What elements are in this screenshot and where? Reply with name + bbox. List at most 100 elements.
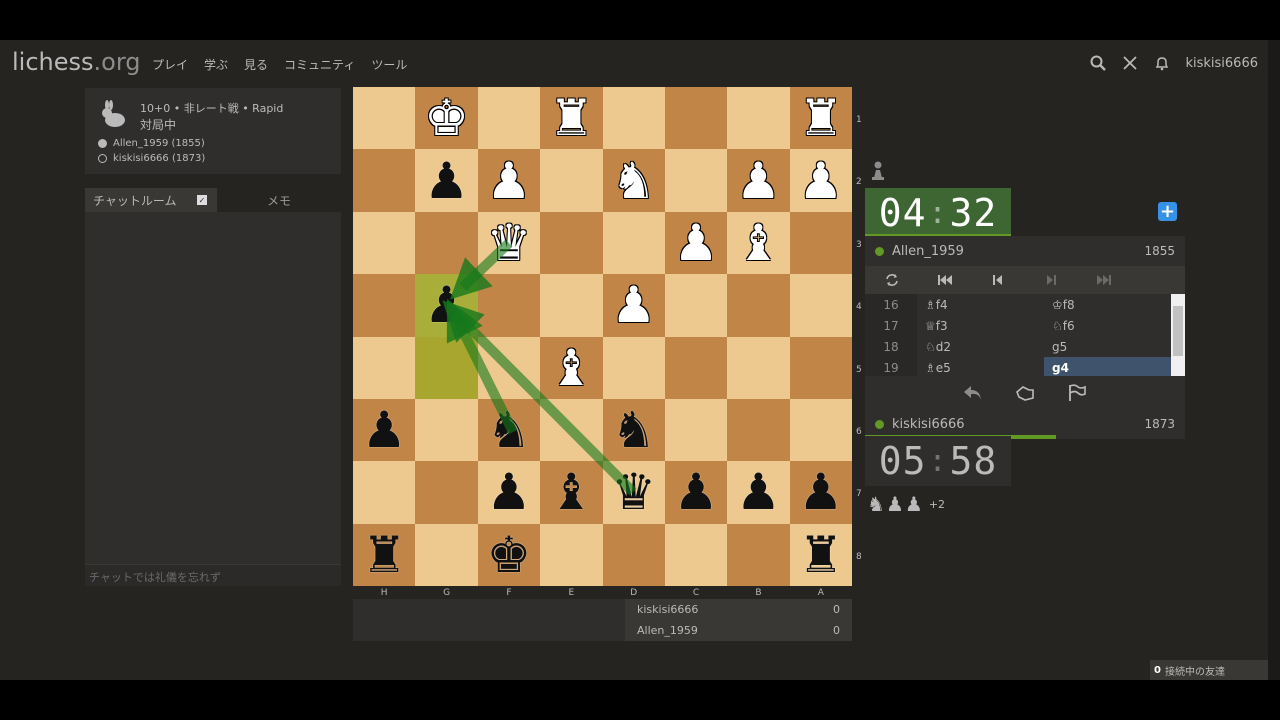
page-scrollbar[interactable] bbox=[1268, 40, 1280, 680]
move-white[interactable]: ♗e5 bbox=[917, 357, 1044, 376]
chat-input[interactable]: チャットでは礼儀を忘れず bbox=[85, 564, 341, 586]
flip-icon[interactable] bbox=[865, 273, 918, 287]
move-black[interactable]: g4 bbox=[1044, 357, 1171, 376]
black-knight-icon[interactable]: ♞ bbox=[611, 405, 656, 455]
move-black[interactable]: ♔f8 bbox=[1044, 294, 1171, 315]
black-pawn-icon[interactable]: ♟ bbox=[736, 467, 781, 517]
black-rook-icon[interactable]: ♜ bbox=[362, 530, 407, 580]
tab-notes[interactable]: メモ bbox=[217, 188, 341, 212]
board-square[interactable]: ♟ bbox=[789, 149, 852, 212]
board-square[interactable] bbox=[727, 336, 790, 399]
board-square[interactable]: ♜ bbox=[540, 87, 603, 150]
black-pawn-icon[interactable]: ♟ bbox=[487, 467, 532, 517]
black-pawn-icon[interactable]: ♟ bbox=[362, 405, 407, 455]
nav-play[interactable]: プレイ bbox=[152, 56, 188, 73]
board-square[interactable]: ♜ bbox=[353, 523, 416, 586]
board-square[interactable]: ♝ bbox=[540, 461, 603, 524]
board-square[interactable]: ♟ bbox=[415, 149, 478, 212]
nav-community[interactable]: コミュニティ bbox=[284, 56, 355, 73]
nav-watch[interactable]: 見る bbox=[244, 56, 268, 73]
white-player-entry[interactable]: Allen_1959 (1855) bbox=[98, 138, 205, 149]
board-square[interactable] bbox=[353, 87, 416, 150]
board-square[interactable] bbox=[664, 274, 728, 337]
board-square[interactable] bbox=[602, 523, 665, 586]
crossed-swords-icon[interactable] bbox=[1121, 54, 1139, 72]
black-knight-icon[interactable]: ♞ bbox=[487, 405, 532, 455]
board-square[interactable]: ♝ bbox=[540, 336, 603, 399]
board-square[interactable] bbox=[664, 149, 728, 212]
board-square[interactable] bbox=[789, 211, 852, 275]
move-black[interactable]: g5 bbox=[1044, 336, 1171, 357]
board-square[interactable] bbox=[727, 523, 790, 586]
user-menu[interactable]: kiskisi6666 bbox=[1185, 56, 1258, 71]
board-square[interactable] bbox=[353, 149, 416, 212]
white-pawn-icon[interactable]: ♟ bbox=[674, 218, 719, 268]
board-square[interactable] bbox=[540, 149, 603, 212]
board-square[interactable] bbox=[727, 87, 790, 150]
white-pawn-icon[interactable]: ♟ bbox=[611, 280, 656, 330]
white-bishop-icon[interactable]: ♝ bbox=[549, 343, 594, 393]
board-square[interactable] bbox=[353, 211, 416, 275]
move-black[interactable]: ♘f6 bbox=[1044, 315, 1171, 336]
board-square[interactable]: ♛ bbox=[477, 211, 541, 275]
first-move-icon[interactable] bbox=[918, 274, 971, 286]
bell-icon[interactable] bbox=[1153, 54, 1171, 72]
white-rook-icon[interactable]: ♜ bbox=[798, 93, 843, 143]
board-square[interactable]: ♞ bbox=[602, 149, 665, 212]
white-bishop-icon[interactable]: ♝ bbox=[736, 218, 781, 268]
board-square[interactable] bbox=[540, 211, 603, 275]
board-square[interactable]: ♟ bbox=[727, 149, 790, 212]
board-square[interactable]: ♚ bbox=[415, 87, 478, 150]
black-player-entry[interactable]: kiskisi6666 (1873) bbox=[98, 153, 205, 164]
board-square[interactable] bbox=[477, 274, 541, 337]
board-square[interactable]: ♟ bbox=[789, 461, 852, 524]
top-player-row[interactable]: Allen_1959 1855 bbox=[865, 236, 1185, 266]
board-square[interactable]: ♞ bbox=[602, 398, 665, 462]
chess-board[interactable]: ♚ ♜ ♜ ♟ ♟ ♞ ♟ ♟ ♛ ♟ ♝ ♟ ♟ ♝ ♟ ♞ ♞ ♟ ♝ ♛ ♟ ♟ ♟ ♜ ♚ ♜ bbox=[353, 87, 852, 586]
board-square[interactable]: ♟ bbox=[477, 461, 541, 524]
board-square[interactable] bbox=[789, 274, 852, 337]
board-square[interactable] bbox=[602, 336, 665, 399]
board-square[interactable] bbox=[477, 87, 541, 150]
online-friends-bar[interactable]: 0 接続中の友達 bbox=[1150, 660, 1268, 680]
board-square[interactable]: ♟ bbox=[602, 274, 665, 337]
site-logo[interactable]: lichess.org bbox=[12, 48, 141, 76]
board-square[interactable] bbox=[727, 398, 790, 462]
search-icon[interactable] bbox=[1089, 54, 1107, 72]
board-square[interactable] bbox=[353, 336, 416, 399]
board-square[interactable]: ♟ bbox=[664, 461, 728, 524]
white-knight-icon[interactable]: ♞ bbox=[611, 156, 656, 206]
board-square[interactable] bbox=[415, 461, 478, 524]
board-square[interactable] bbox=[415, 211, 478, 275]
takeback-icon[interactable] bbox=[962, 382, 984, 404]
add-time-button[interactable]: + bbox=[1158, 202, 1177, 221]
board-square[interactable] bbox=[789, 336, 852, 399]
board-square[interactable] bbox=[540, 398, 603, 462]
board-square[interactable] bbox=[602, 211, 665, 275]
board-square[interactable] bbox=[540, 274, 603, 337]
board-square[interactable]: ♜ bbox=[789, 523, 852, 586]
black-king-icon[interactable]: ♚ bbox=[487, 530, 532, 580]
black-pawn-icon[interactable]: ♟ bbox=[424, 156, 469, 206]
board-square[interactable] bbox=[540, 523, 603, 586]
white-pawn-icon[interactable]: ♟ bbox=[487, 156, 532, 206]
board-square[interactable]: ♞ bbox=[477, 398, 541, 462]
board-square[interactable] bbox=[477, 336, 541, 399]
board-square[interactable] bbox=[727, 274, 790, 337]
chat-toggle-checkbox[interactable]: ✓ bbox=[197, 195, 207, 205]
white-pawn-icon[interactable]: ♟ bbox=[798, 156, 843, 206]
board-square[interactable] bbox=[415, 398, 478, 462]
board-square[interactable] bbox=[602, 87, 665, 150]
resign-flag-icon[interactable] bbox=[1066, 382, 1088, 404]
move-white[interactable]: ♗f4 bbox=[917, 294, 1044, 315]
board-square[interactable] bbox=[353, 274, 416, 337]
last-move-icon[interactable] bbox=[1077, 274, 1130, 286]
board-square[interactable]: ♟ bbox=[727, 461, 790, 524]
board-square[interactable]: ♟ bbox=[353, 398, 416, 462]
white-queen-icon[interactable]: ♛ bbox=[487, 218, 532, 268]
white-pawn-icon[interactable]: ♟ bbox=[736, 156, 781, 206]
board-square[interactable] bbox=[789, 398, 852, 462]
black-pawn-icon[interactable]: ♟ bbox=[424, 280, 469, 330]
black-pawn-icon[interactable]: ♟ bbox=[798, 467, 843, 517]
move-white[interactable]: ♘d2 bbox=[917, 336, 1044, 357]
